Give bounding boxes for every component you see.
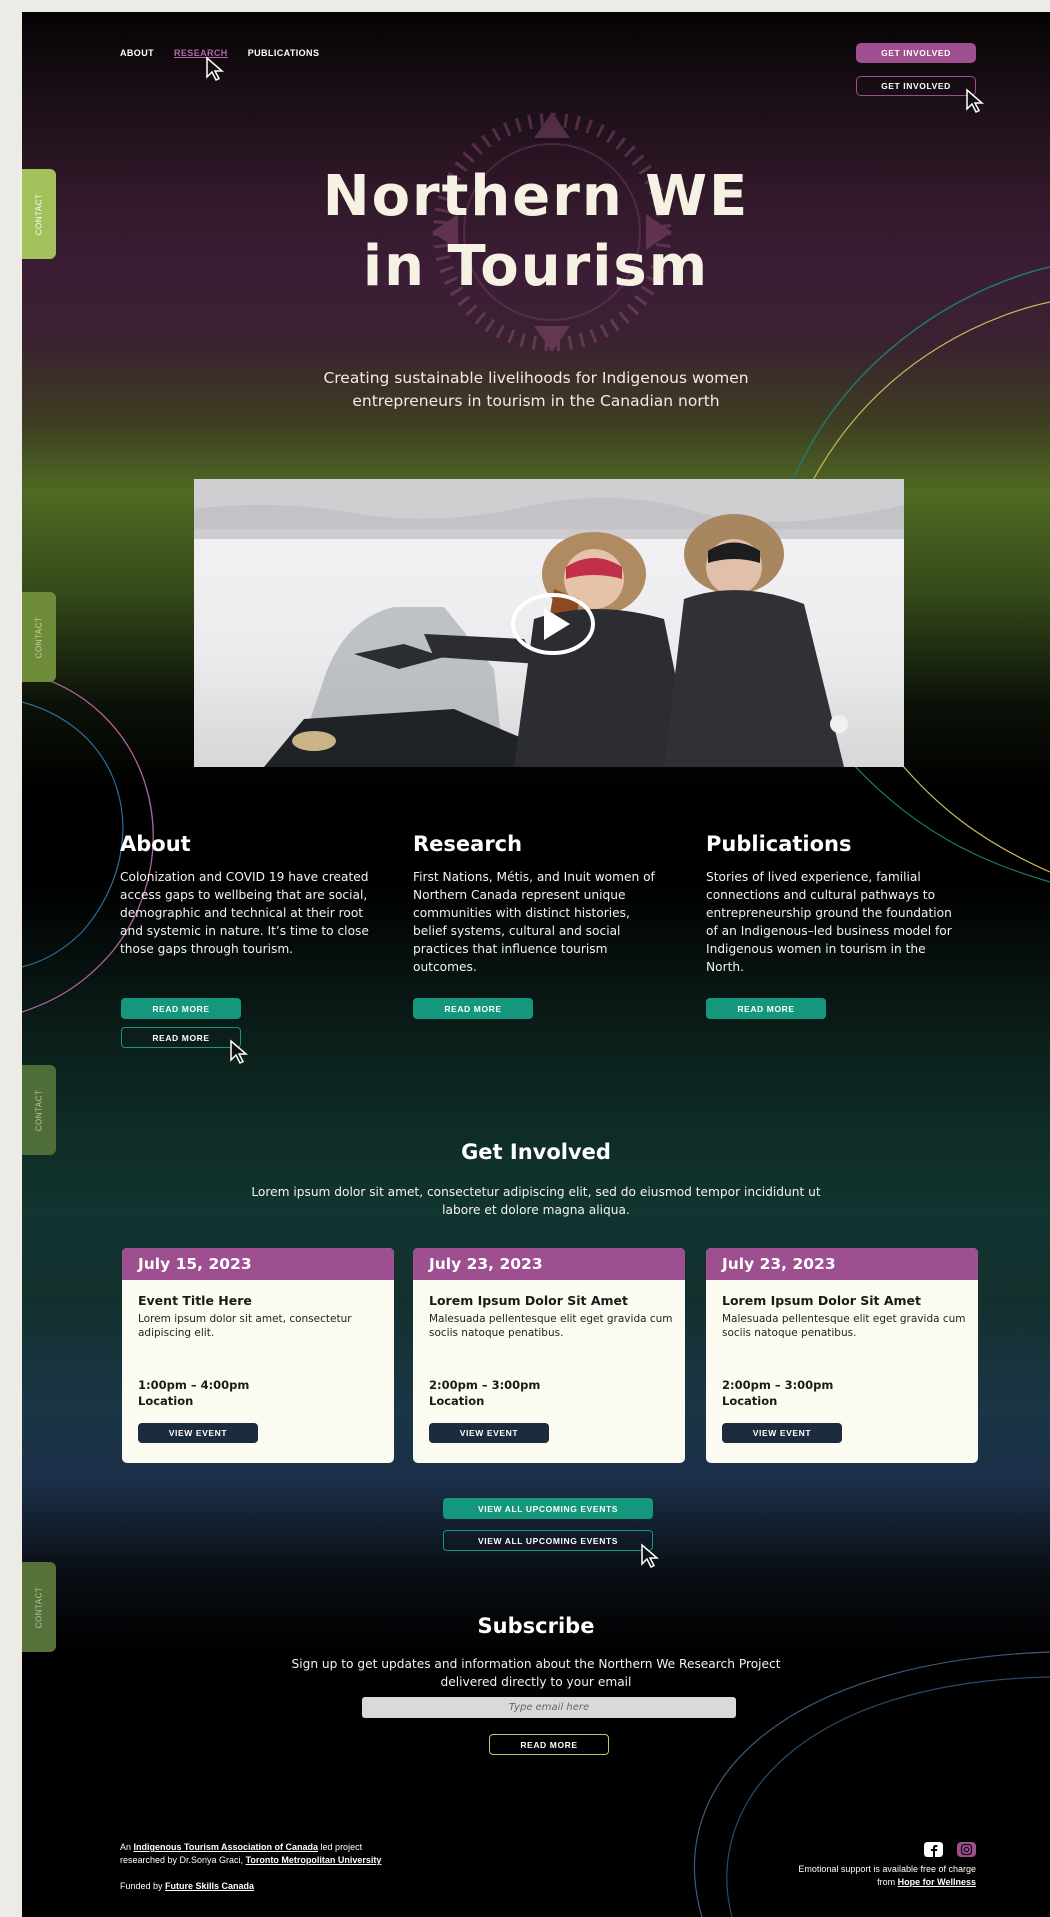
event-description: Lorem ipsum dolor sit amet, consectetur … — [138, 1313, 352, 1339]
view-event-button[interactable]: VIEW EVENT — [138, 1423, 258, 1443]
hero-subtitle: Creating sustainable livelihoods for Ind… — [323, 369, 749, 410]
publications-column: Publications Stories of lived experience… — [706, 832, 956, 976]
event-card: July 23, 2023 Lorem Ipsum Dolor Sit Amet… — [413, 1248, 685, 1463]
publications-text: Stories of lived experience, familial co… — [706, 870, 952, 974]
event-card: July 23, 2023 Lorem Ipsum Dolor Sit Amet… — [706, 1248, 978, 1463]
subscribe-title: Subscribe — [477, 1614, 595, 1638]
get-involved-button[interactable]: GET INVOLVED — [856, 43, 976, 63]
research-heading: Research — [413, 832, 523, 856]
email-field[interactable] — [362, 1697, 736, 1718]
event-description: Malesuada pellentesque elit eget gravida… — [429, 1313, 673, 1339]
event-title: Lorem Ipsum Dolor Sit Amet — [722, 1293, 922, 1308]
pointer-cursor-icon — [966, 88, 985, 114]
contact-tab[interactable]: CONTACT — [22, 592, 56, 682]
hope-for-wellness-link[interactable]: Hope for Wellness — [898, 1877, 976, 1887]
event-time: 2:00pm – 3:00pm — [722, 1378, 834, 1392]
future-skills-link[interactable]: Future Skills Canada — [165, 1881, 254, 1891]
event-title: Event Title Here — [138, 1293, 252, 1308]
view-event-button[interactable]: VIEW EVENT — [722, 1423, 842, 1443]
hero-title: Northern WE in Tourism — [22, 162, 1050, 302]
pointer-cursor-icon — [230, 1039, 249, 1065]
play-icon[interactable] — [510, 592, 596, 656]
publications-heading: Publications — [706, 832, 852, 856]
get-involved-title: Get Involved — [461, 1140, 611, 1164]
instagram-icon[interactable] — [957, 1842, 976, 1857]
view-all-events-button[interactable]: VIEW ALL UPCOMING EVENTS — [443, 1498, 653, 1519]
about-heading: About — [120, 832, 191, 856]
subscribe-text: Sign up to get updates and information a… — [291, 1657, 781, 1689]
footer-text: led project — [318, 1842, 363, 1852]
event-card: July 15, 2023 Event Title Here Lorem ips… — [122, 1248, 394, 1463]
event-location: Location — [138, 1394, 194, 1408]
tmu-link[interactable]: Toronto Metropolitan University — [246, 1855, 382, 1865]
view-all-events-outline-button[interactable]: VIEW ALL UPCOMING EVENTS — [443, 1530, 653, 1551]
event-time: 1:00pm – 4:00pm — [138, 1378, 250, 1392]
about-column: About Colonization and COVID 19 have cre… — [120, 832, 370, 958]
nav-publications[interactable]: PUBLICATIONS — [248, 48, 320, 58]
pointer-cursor-icon — [206, 56, 225, 82]
about-read-more-button[interactable]: READ MORE — [121, 998, 241, 1019]
event-title: Lorem Ipsum Dolor Sit Amet — [429, 1293, 629, 1308]
pointer-cursor-icon — [641, 1543, 660, 1569]
support-line2: from Hope for Wellness — [722, 1876, 976, 1889]
footer-support: Emotional support is available free of c… — [722, 1863, 976, 1889]
itac-link[interactable]: Indigenous Tourism Association of Canada — [134, 1842, 319, 1852]
event-date: July 23, 2023 — [706, 1248, 978, 1280]
event-location: Location — [429, 1394, 485, 1408]
footer-funded: Funded by Future Skills Canada — [120, 1880, 254, 1893]
event-location: Location — [722, 1394, 778, 1408]
event-date: July 23, 2023 — [413, 1248, 685, 1280]
footer-text: Funded by — [120, 1881, 166, 1891]
research-read-more-button[interactable]: READ MORE — [413, 998, 533, 1019]
support-text: Emotional support is available free of c… — [798, 1864, 976, 1874]
hero-title-line1: Northern WE — [322, 164, 750, 229]
event-date: July 15, 2023 — [122, 1248, 394, 1280]
contact-tab[interactable]: CONTACT — [22, 1562, 56, 1652]
research-text: First Nations, Métis, and Inuit women of… — [413, 870, 655, 974]
event-time: 2:00pm – 3:00pm — [429, 1378, 541, 1392]
publications-read-more-button[interactable]: READ MORE — [706, 998, 826, 1019]
footer-text: from — [877, 1877, 898, 1887]
footer-text: An — [120, 1842, 134, 1852]
footer-credits: An Indigenous Tourism Association of Can… — [120, 1841, 381, 1867]
research-column: Research First Nations, Métis, and Inuit… — [413, 832, 663, 976]
footer-text: researched by Dr.Sonya Graci, — [120, 1855, 246, 1865]
event-description: Malesuada pellentesque elit eget gravida… — [722, 1313, 966, 1339]
hero-title-line2: in Tourism — [362, 234, 710, 299]
subscribe-button[interactable]: READ MORE — [489, 1734, 609, 1755]
get-involved-outline-button[interactable]: GET INVOLVED — [856, 76, 976, 96]
page: ABOUT RESEARCH PUBLICATIONS GET INVOLVED… — [22, 12, 1050, 1917]
about-read-more-outline-button[interactable]: READ MORE — [121, 1027, 241, 1048]
get-involved-text: Lorem ipsum dolor sit amet, consectetur … — [251, 1185, 821, 1217]
view-event-button[interactable]: VIEW EVENT — [429, 1423, 549, 1443]
contact-tab-label: CONTACT — [34, 616, 44, 658]
contact-tab-label: CONTACT — [34, 1089, 44, 1131]
facebook-icon[interactable] — [924, 1842, 943, 1857]
footer-line2: researched by Dr.Sonya Graci, Toronto Me… — [120, 1854, 381, 1867]
about-text: Colonization and COVID 19 have created a… — [120, 870, 369, 956]
nav-about[interactable]: ABOUT — [120, 48, 154, 58]
footer-line1: An Indigenous Tourism Association of Can… — [120, 1841, 381, 1854]
